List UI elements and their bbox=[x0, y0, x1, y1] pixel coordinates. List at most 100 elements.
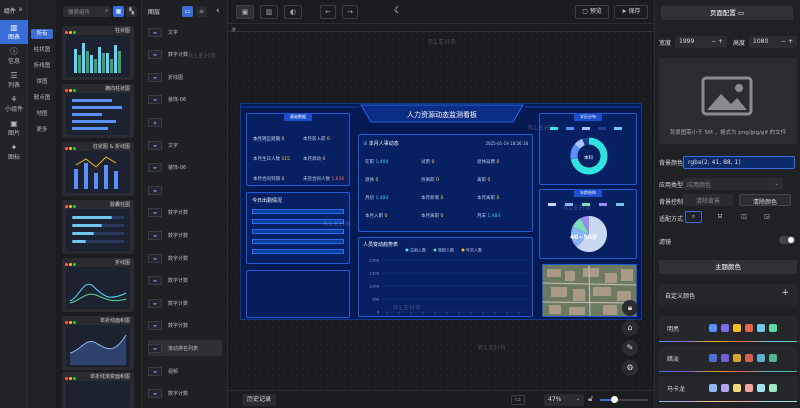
theme-option[interactable]: 暗淡 bbox=[659, 346, 797, 372]
clear-background-button[interactable]: 清除背景 bbox=[683, 194, 733, 206]
layer-item[interactable]: ▬ 数字计数 bbox=[148, 386, 222, 402]
category-bar[interactable]: 柱状图 bbox=[28, 42, 56, 58]
category-more[interactable]: 更多 bbox=[28, 122, 56, 138]
fit-height-icon[interactable]: ◫ bbox=[738, 211, 750, 223]
height-input[interactable]: 1080− + bbox=[749, 36, 797, 48]
editor-canvas[interactable]: ◉ 人力资源动态监测看板 基础数据 本月转正到期 0 本月新入职 0 本月生日人… bbox=[188, 24, 654, 390]
detail-toggle-icon[interactable]: ◐ bbox=[284, 5, 302, 19]
layer-item[interactable]: ▬ 装饰-06 bbox=[148, 160, 222, 176]
layer-item[interactable]: ▬ 文字 bbox=[148, 24, 222, 40]
rail-item-info[interactable]: ⓘ 信息 bbox=[0, 44, 28, 68]
tile-view-icon[interactable]: ▚ bbox=[126, 6, 137, 17]
minimap-icon[interactable]: ▭ bbox=[511, 395, 525, 405]
rail-item-list[interactable]: ☰ 列表 bbox=[0, 68, 28, 92]
filter-toggle[interactable] bbox=[779, 236, 795, 244]
preview-button[interactable]: ▢ 预览 bbox=[575, 5, 609, 19]
theme-moon-icon[interactable]: ☾ bbox=[394, 6, 402, 16]
color-swatch bbox=[709, 384, 717, 392]
save-button[interactable]: ➤ 保存 bbox=[614, 5, 648, 19]
layer-thumb-icon: ▬ bbox=[148, 321, 162, 331]
fit-auto-icon[interactable]: ⌕ bbox=[685, 211, 702, 223]
layer-item[interactable]: ▬ 数字计数 bbox=[148, 273, 222, 289]
undo-icon[interactable]: ← bbox=[320, 5, 336, 19]
background-upload-area[interactable]: 背景图需小于 5M ，格式为 png/jpg/gif 的文件 bbox=[659, 58, 797, 144]
settings-button[interactable]: ⚙ bbox=[622, 360, 638, 376]
category-column: 所有 柱状图 折线图 饼图 散点图 地图 更多 bbox=[28, 0, 56, 408]
color-swatch bbox=[769, 354, 777, 362]
lock-zoom-icon[interactable]: 🔓︎ bbox=[588, 394, 593, 404]
collapse-layers-icon[interactable]: ‹ bbox=[216, 6, 220, 16]
layer-item[interactable]: ▬ 滚动排名列表 bbox=[148, 340, 222, 357]
hr-item: 本月离职 0 bbox=[477, 196, 500, 201]
redo-icon[interactable]: → bbox=[342, 5, 358, 19]
thumb-bar-line[interactable]: 柱状图 & 折线图 bbox=[62, 142, 134, 196]
layer-item[interactable]: ▬ 文字 bbox=[148, 137, 222, 153]
thumb-capsule-bar[interactable]: 胶囊柱图 bbox=[62, 200, 134, 254]
thumb-line[interactable]: 折线图 bbox=[62, 258, 134, 312]
basic-item: 未签合同人数 1,636 bbox=[303, 177, 345, 182]
layer-item[interactable]: ▬ 数字计数 bbox=[148, 250, 222, 266]
layer-item[interactable]: ◉ bbox=[148, 114, 222, 130]
bg-color-input[interactable]: rgba(2, 41, 88, 1) bbox=[683, 156, 795, 169]
tab-theme-color[interactable]: 主题颜色 bbox=[659, 260, 797, 274]
layer-item[interactable]: ▬ 数字计数 bbox=[148, 205, 222, 221]
visibility-eye-icon[interactable]: ◉ bbox=[231, 26, 236, 33]
apply-type-select[interactable]: 应用颜色 ⌄ bbox=[683, 178, 783, 190]
basic-item: 本月合同到期 0 bbox=[253, 177, 285, 182]
layer-item[interactable]: ▬ 装饰-06 bbox=[148, 92, 222, 108]
layer-thumbnail-view-icon[interactable]: ▭ bbox=[182, 6, 193, 17]
width-input[interactable]: 1999− + bbox=[675, 36, 727, 48]
fit-width-icon[interactable]: ⊟ bbox=[714, 211, 726, 223]
thumb-bar[interactable]: 柱状图 bbox=[62, 26, 134, 80]
rail-item-images[interactable]: ▣ 图片 bbox=[0, 116, 28, 140]
send-icon: ➤ bbox=[621, 8, 627, 15]
layers-toggle-icon[interactable]: ▣ bbox=[236, 5, 254, 19]
category-line[interactable]: 折线图 bbox=[28, 58, 56, 74]
hr-item: 试用 0 bbox=[421, 160, 435, 165]
grid-view-icon[interactable]: ▦ bbox=[113, 6, 124, 17]
layer-item[interactable]: ◉ bbox=[148, 182, 222, 198]
rail-item-widgets[interactable]: ⚘ 小组件 bbox=[0, 92, 28, 116]
search-input[interactable]: 搜索组件 bbox=[63, 6, 111, 17]
zoom-slider[interactable] bbox=[600, 396, 648, 403]
color-swatch bbox=[733, 384, 741, 392]
layer-thumb-icon: ▬ bbox=[148, 50, 162, 60]
category-pie[interactable]: 饼图 bbox=[28, 74, 56, 90]
y-tick-label: 2,000 bbox=[369, 259, 379, 263]
bookmark-button[interactable]: ⌂ bbox=[622, 320, 638, 336]
rail-item-icons[interactable]: ✦ 图标 bbox=[0, 140, 28, 164]
lock-button[interactable]: 🔒︎ bbox=[622, 300, 638, 316]
layer-item[interactable]: ▬ 视频 bbox=[148, 363, 222, 379]
category-scatter[interactable]: 散点图 bbox=[28, 90, 56, 106]
collapse-icon[interactable]: ⊪ bbox=[19, 7, 23, 13]
widget-icon: ⚘ bbox=[10, 94, 18, 104]
chart-toggle-icon[interactable]: ▥ bbox=[260, 5, 278, 19]
theme-option[interactable]: 明亮 bbox=[659, 316, 797, 342]
theme-gradient-bar bbox=[659, 340, 797, 342]
theme-option[interactable]: 马卡龙 bbox=[659, 376, 797, 402]
thumb-gradient-area[interactable]: 单折线渐变面积图 bbox=[62, 372, 134, 408]
layer-item[interactable]: ▬ 数字计数 bbox=[148, 318, 222, 334]
zoom-select[interactable]: 47% ⌄ bbox=[544, 394, 584, 406]
clear-color-button[interactable]: 清除颜色 bbox=[739, 194, 791, 206]
category-map[interactable]: 地图 bbox=[28, 106, 56, 122]
thumb-area[interactable]: 单折线面积图 bbox=[62, 316, 134, 370]
edit-button[interactable]: ✎ bbox=[622, 340, 638, 356]
fit-fill-icon[interactable]: ◲ bbox=[761, 211, 773, 223]
history-button[interactable]: 历史记录 bbox=[242, 394, 277, 406]
add-icon[interactable]: + bbox=[781, 288, 789, 298]
layer-item[interactable]: ▬ 数字计数 bbox=[148, 295, 222, 311]
layer-list-view-icon[interactable]: ≡ bbox=[196, 6, 207, 17]
tab-page-config[interactable]: 页面配置 ▭ bbox=[661, 6, 793, 20]
thumb-horizontal-bar[interactable]: 横向柱状图 bbox=[62, 84, 134, 138]
legend-marker bbox=[582, 127, 590, 130]
category-all[interactable]: 所有 bbox=[31, 29, 53, 39]
layer-item[interactable]: ▬ 折线图 bbox=[148, 69, 222, 85]
basic-item: 本月调动 0 bbox=[303, 157, 326, 162]
rail-item-charts[interactable]: ▥ 图表 bbox=[0, 20, 28, 44]
search-icon[interactable]: ⌕ bbox=[105, 7, 108, 15]
zoom-slider-handle[interactable] bbox=[611, 396, 618, 403]
custom-color-row[interactable]: 自定义颜色 + bbox=[659, 284, 797, 306]
layers-panel: 图层 ▭ ≡ ‹ ▬ 文字 ▬ 数字计数 ▬ 折线图 ▬ 装饰-06 ◉ ▬ 文字 ▬ 装饰-06 ◉ ▬ 数… bbox=[142, 0, 228, 408]
layer-item[interactable]: ▬ 数字计数 bbox=[148, 227, 222, 243]
